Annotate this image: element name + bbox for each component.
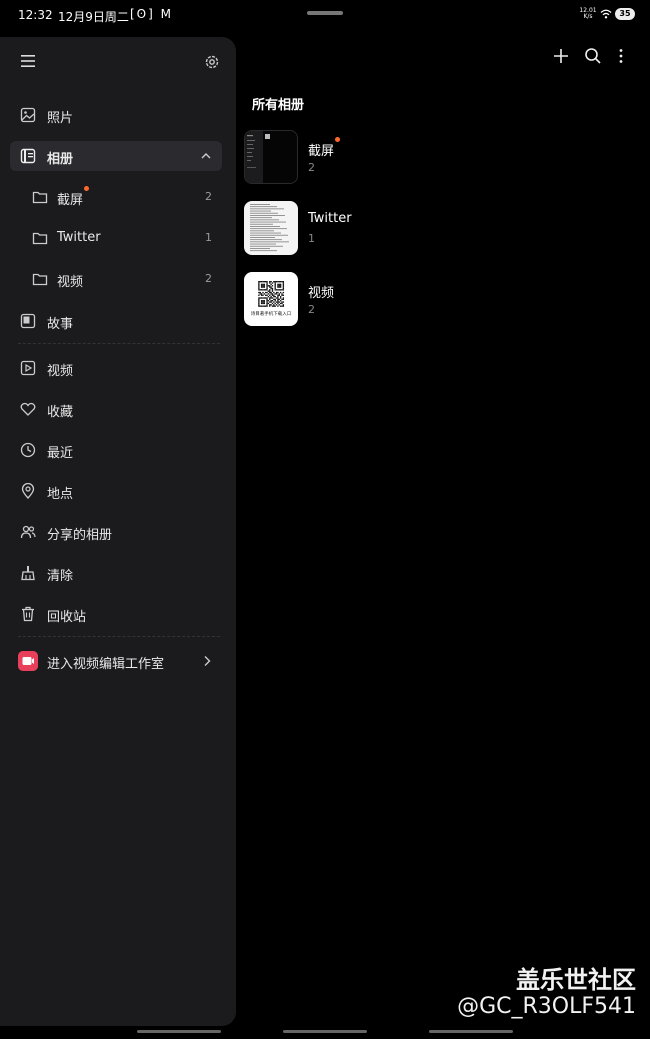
nav-gesture-bar-center[interactable] bbox=[283, 1030, 367, 1033]
nav-item-label: 相册 bbox=[47, 152, 74, 167]
wifi-icon bbox=[600, 9, 612, 19]
net-speed-unit: K/s bbox=[583, 13, 593, 20]
notification-icons: [ʘ] M bbox=[130, 7, 173, 21]
album-count: 2 bbox=[308, 161, 315, 174]
album-count: 1 bbox=[308, 232, 315, 245]
status-time: 12:32 bbox=[18, 8, 53, 22]
nav-item-label: 故事 bbox=[47, 317, 74, 332]
clock-icon bbox=[20, 442, 36, 458]
folder-icon bbox=[32, 191, 48, 204]
nav-item-stories[interactable]: 故事 bbox=[10, 306, 222, 336]
sub-album-screenshots[interactable]: 截屏 2 bbox=[10, 182, 222, 212]
nav-item-favorites[interactable]: 收藏 bbox=[10, 394, 222, 424]
screenshot-preview bbox=[245, 131, 270, 183]
twitter-preview bbox=[250, 204, 289, 252]
nav-item-shared-albums[interactable]: 分享的相册 bbox=[10, 517, 222, 547]
nav-item-label: 清除 bbox=[47, 569, 74, 584]
sub-album-label: 视频 bbox=[57, 275, 84, 290]
broom-icon bbox=[21, 566, 35, 581]
video-editor-label: 进入视频编辑工作室 bbox=[47, 657, 165, 672]
video-editor-icon bbox=[18, 651, 38, 671]
drawer-divider bbox=[18, 636, 220, 637]
nav-item-recent[interactable]: 最近 bbox=[10, 435, 222, 465]
top-handle[interactable] bbox=[307, 11, 343, 15]
nav-gesture-bar-right[interactable] bbox=[429, 1030, 513, 1033]
nav-item-label: 收藏 bbox=[47, 405, 74, 420]
sub-album-label: Twitter bbox=[57, 230, 101, 245]
gear-icon[interactable] bbox=[203, 53, 221, 71]
nav-item-photos[interactable]: 照片 bbox=[10, 100, 222, 130]
nav-item-label: 视频 bbox=[47, 364, 74, 379]
nav-item-label: 照片 bbox=[47, 111, 74, 126]
qr-code-preview bbox=[258, 281, 285, 307]
watermark-title: 盖乐世社区 bbox=[516, 966, 636, 994]
nav-item-albums[interactable]: 相册 bbox=[10, 141, 222, 171]
nav-item-videos[interactable]: 视频 bbox=[10, 353, 222, 383]
image-icon bbox=[20, 107, 36, 123]
album-thumbnail: 诗目著手机下载入口 bbox=[244, 272, 298, 326]
story-icon bbox=[20, 313, 36, 329]
more-options-icon[interactable] bbox=[611, 46, 631, 66]
sub-album-count: 1 bbox=[205, 231, 212, 244]
new-dot bbox=[84, 186, 90, 191]
album-thumbnail bbox=[244, 201, 298, 255]
nav-item-label: 地点 bbox=[47, 487, 74, 502]
folder-icon bbox=[32, 232, 48, 245]
album-icon bbox=[20, 148, 36, 164]
folder-icon bbox=[32, 273, 48, 286]
new-dot bbox=[335, 137, 341, 142]
battery-indicator: 35 bbox=[615, 8, 635, 20]
chevron-up-icon[interactable] bbox=[200, 150, 212, 162]
people-icon bbox=[20, 525, 36, 539]
album-name: Twitter bbox=[308, 211, 352, 226]
album-screenshots[interactable]: 截屏 2 bbox=[244, 130, 504, 186]
nav-item-label: 分享的相册 bbox=[47, 528, 113, 543]
add-icon[interactable] bbox=[551, 46, 571, 66]
sub-album-label: 截屏 bbox=[57, 186, 90, 208]
sub-album-twitter[interactable]: Twitter 1 bbox=[10, 223, 222, 253]
drawer-header bbox=[0, 37, 236, 87]
menu-icon[interactable] bbox=[20, 54, 36, 68]
nav-item-label: 最近 bbox=[47, 446, 74, 461]
album-name: 截屏 bbox=[308, 137, 341, 159]
nav-item-clean[interactable]: 清除 bbox=[10, 558, 222, 588]
navigation-drawer: 照片 相册 截屏 2 Twitter 1 视频 2 故事 视频 收藏 最近 地点… bbox=[0, 37, 236, 1026]
status-bar: 12:32 12月9日周二 [ʘ] M 12.01 K/s 35 bbox=[0, 0, 650, 30]
nav-gesture-bar-left[interactable] bbox=[137, 1030, 221, 1033]
heart-icon bbox=[20, 402, 36, 416]
video-icon bbox=[20, 360, 36, 376]
sub-album-count: 2 bbox=[205, 272, 212, 285]
nav-item-locations[interactable]: 地点 bbox=[10, 476, 222, 506]
chevron-right-icon bbox=[204, 656, 211, 666]
nav-item-label: 回收站 bbox=[47, 610, 87, 625]
location-icon bbox=[21, 483, 35, 499]
video-editor-link[interactable]: 进入视频编辑工作室 bbox=[10, 645, 222, 677]
trash-icon bbox=[22, 606, 34, 622]
drawer-divider bbox=[18, 343, 220, 344]
search-icon[interactable] bbox=[583, 46, 603, 66]
sub-album-count: 2 bbox=[205, 190, 212, 203]
section-title: 所有相册 bbox=[252, 98, 305, 113]
status-date: 12月9日周二 bbox=[58, 10, 129, 24]
album-count: 2 bbox=[308, 303, 315, 316]
sub-album-videos[interactable]: 视频 2 bbox=[10, 264, 222, 294]
qr-caption: 诗目著手机下载入口 bbox=[250, 312, 292, 317]
album-twitter[interactable]: Twitter 1 bbox=[244, 201, 504, 257]
album-videos[interactable]: 诗目著手机下载入口 视频 2 bbox=[244, 272, 504, 328]
album-thumbnail bbox=[244, 130, 298, 184]
watermark-username: @GC_R3OLF541 bbox=[457, 994, 636, 1019]
nav-item-trash[interactable]: 回收站 bbox=[10, 599, 222, 629]
album-name: 视频 bbox=[308, 286, 335, 301]
net-speed: 12.01 K/s bbox=[579, 8, 597, 20]
